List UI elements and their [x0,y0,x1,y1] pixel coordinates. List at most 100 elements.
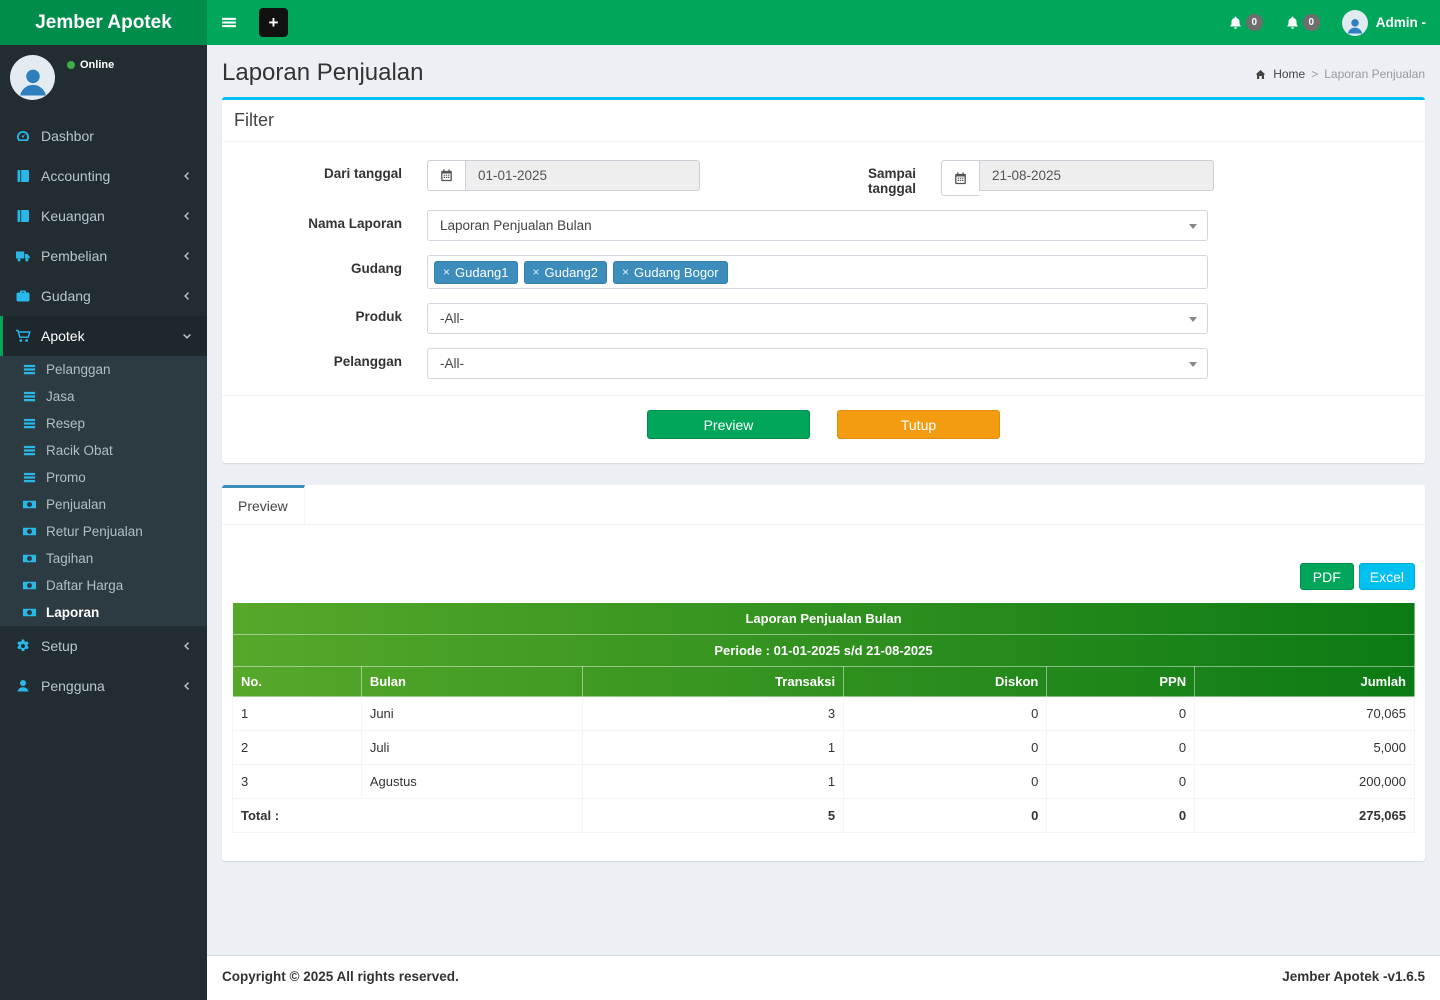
briefcase-icon [15,288,31,304]
sidebar-item-racik-obat[interactable]: Racik Obat [0,437,207,464]
breadcrumb-current: Laporan Penjualan [1324,67,1425,81]
cell-diskon: 0 [843,764,1048,799]
cell-no: 2 [232,730,362,765]
table-total-row: Total : 5 0 0 275,065 [232,798,1415,833]
sidebar-toggle-icon[interactable] [221,0,253,45]
sidebar-item-daftar-harga[interactable]: Daftar Harga [0,572,207,599]
customer-label: Pelanggan [333,354,402,369]
sidebar-item-tagihan[interactable]: Tagihan [0,545,207,572]
warehouse-tag-label: Gudang Bogor [634,264,719,280]
excel-export-button[interactable]: Excel [1358,563,1415,590]
total-label: Total : [232,798,583,833]
cell-no: 3 [232,764,362,799]
from-date-input[interactable] [465,160,700,191]
from-date-group [427,160,700,191]
sidebar-item-laporan[interactable]: Laporan [0,599,207,626]
warehouse-tag: × Gudang2 [523,260,608,284]
sidebar-item-pelanggan[interactable]: Pelanggan [0,356,207,383]
report-name-select[interactable]: Laporan Penjualan Bulan [427,210,1208,241]
close-button[interactable]: Tutup [837,410,1000,439]
user-menu[interactable]: Admin - [1341,9,1426,36]
cell-transaksi: 3 [581,696,845,731]
sidebar-item-label: Gudang [41,288,91,304]
sidebar-item-label: Accounting [41,168,111,184]
cell-no: 1 [232,696,362,731]
chevron-left-icon [181,640,193,652]
product-value: -All- [440,311,464,326]
cell-bulan: Juli [360,730,583,765]
calendar-icon [427,160,465,191]
to-date-input[interactable] [979,160,1214,191]
pdf-export-button[interactable]: PDF [1299,563,1354,590]
sidebar-item-label: Pelanggan [46,362,111,377]
sidebar-item-promo[interactable]: Promo [0,464,207,491]
breadcrumb-home-link[interactable]: Home [1273,67,1305,81]
tab-preview[interactable]: Preview [222,485,305,524]
warehouse-row: Gudang × Gudang1 × Gudang2 × Gudang Bogo… [237,255,1410,289]
remove-tag-icon[interactable]: × [533,265,540,279]
column-header: PPN [1046,666,1196,697]
user-avatar-icon [1341,9,1368,36]
preview-button[interactable]: Preview [647,410,810,439]
cell-transaksi: 1 [581,764,845,799]
warehouse-tag-label: Gudang2 [544,264,599,280]
sidebar-item-pengguna[interactable]: Pengguna [0,666,207,706]
sidebar-item-gudang[interactable]: Gudang [0,276,207,316]
chevron-left-icon [181,210,193,222]
breadcrumb: Home > Laporan Penjualan [1254,67,1425,81]
calendar-icon [941,160,979,196]
sidebar-item-penjualan[interactable]: Penjualan [0,491,207,518]
sidebar-item-dashbor[interactable]: Dashbor [0,116,207,156]
sidebar-item-label: Daftar Harga [46,578,124,593]
report-name-value: Laporan Penjualan Bulan [440,218,592,233]
sidebar-item-resep[interactable]: Resep [0,410,207,437]
caret-down-icon [1189,224,1197,229]
warehouse-tag-label: Gudang1 [455,264,509,280]
cell-diskon: 0 [843,696,1048,731]
sidebar-item-pembelian[interactable]: Pembelian [0,236,207,276]
sidebar-item-label: Laporan [46,605,100,620]
sidebar-item-keuangan[interactable]: Keuangan [0,196,207,236]
sidebar: Online Dashbor Accounting Keuangan Pembe… [0,45,207,1000]
sidebar-item-apotek[interactable]: Apotek [0,316,207,356]
sidebar-item-jasa[interactable]: Jasa [0,383,207,410]
list-icon [22,443,37,458]
sidebar-item-label: Jasa [46,389,75,404]
cell-diskon: 0 [843,730,1048,765]
alerts-menu[interactable]: 0 [1285,14,1320,31]
sidebar-item-label: Pembelian [41,248,108,264]
warehouse-multiselect[interactable]: × Gudang1 × Gudang2 × Gudang Bogor [427,255,1208,289]
warehouse-label: Gudang [351,261,402,276]
navbar-right: 0 0 Admin - [1228,9,1426,36]
column-header: Diskon [843,666,1048,697]
money-icon [22,605,37,620]
report-title: Laporan Penjualan Bulan [232,602,1415,635]
remove-tag-icon[interactable]: × [622,265,629,279]
quick-add-button[interactable]: + [259,8,288,37]
sidebar-item-label: Promo [46,470,86,485]
sidebar-item-accounting[interactable]: Accounting [0,156,207,196]
sidebar-menu-bottom: Setup Pengguna [0,626,207,706]
user-label: Admin - [1375,15,1426,30]
online-status-label: Online [80,59,115,71]
sidebar-item-label: Penjualan [46,497,107,512]
online-status: Online [67,59,114,71]
sidebar-item-setup[interactable]: Setup [0,626,207,666]
brand-logo[interactable]: Jember Apotek [0,0,207,45]
from-date-label: Dari tanggal [323,166,402,181]
column-header: Bulan [360,666,583,697]
list-icon [22,389,37,404]
cell-jumlah: 70,065 [1194,696,1415,731]
notifications-menu[interactable]: 0 [1228,14,1263,31]
customer-select[interactable]: -All- [427,348,1208,379]
sidebar-item-label: Tagihan [46,551,94,566]
sidebar-item-retur-penjualan[interactable]: Retur Penjualan [0,518,207,545]
report-title-row: Laporan Penjualan Bulan [232,602,1415,635]
filter-box-title: Filter [222,100,1425,142]
customer-row: Pelanggan -All- [237,348,1410,379]
apotek-submenu: Pelanggan Jasa Resep Racik Obat Promo Pe… [0,356,207,626]
cell-ppn: 0 [1046,730,1196,765]
product-select[interactable]: -All- [427,303,1208,334]
remove-tag-icon[interactable]: × [443,265,450,279]
report-periode: Periode : 01-01-2025 s/d 21-08-2025 [232,634,1415,667]
